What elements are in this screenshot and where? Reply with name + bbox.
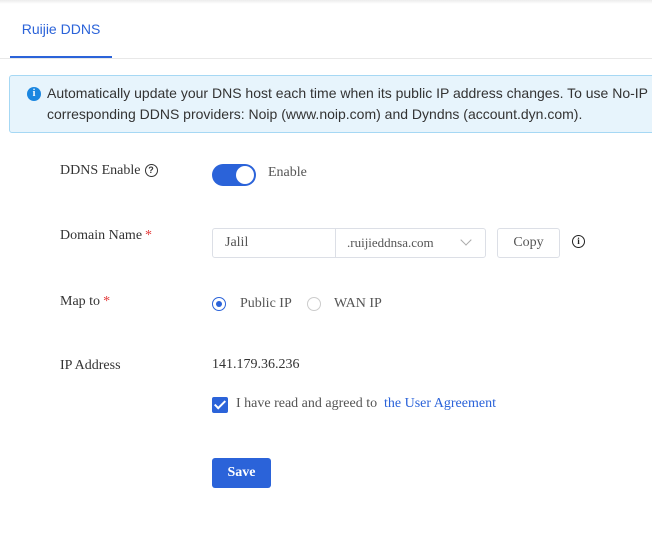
ip-address-label-text: IP Address (60, 358, 121, 373)
info-banner: i Automatically update your DNS host eac… (9, 75, 652, 133)
agreement-checkbox[interactable] (212, 397, 228, 413)
copy-button[interactable]: Copy (497, 228, 560, 258)
wan-ip-radio[interactable] (307, 297, 321, 311)
required-mark: * (103, 294, 111, 309)
required-mark: * (145, 228, 153, 243)
tab-label: Ruijie DDNS (21, 21, 101, 37)
ddns-enable-toggle-text: Enable (268, 165, 307, 180)
domain-info-icon[interactable]: i (572, 235, 585, 248)
map-to-label: Map to * (60, 294, 110, 310)
help-icon[interactable]: ? (144, 164, 158, 177)
domain-name-label: Domain Name * (60, 228, 152, 244)
ip-address-label: IP Address (60, 358, 121, 374)
toggle-knob (236, 166, 254, 184)
chevron-down-icon (460, 234, 472, 246)
domain-input-group: .ruijieddnsa.com (212, 228, 486, 258)
tab-ruijie-ddns[interactable]: Ruijie DDNS (10, 0, 112, 58)
info-banner-text: Automatically update your DNS host each … (47, 83, 652, 125)
tab-strip: Ruijie DDNS (0, 0, 652, 59)
domain-name-label-text: Domain Name (60, 228, 143, 243)
info-banner-line-1: Automatically update your DNS host each … (47, 85, 652, 101)
domain-suffix-value: .ruijieddnsa.com (347, 235, 434, 250)
user-agreement-link[interactable]: the User Agreement (384, 396, 496, 412)
domain-name-input[interactable] (213, 229, 335, 257)
agreement-text: I have read and agreed to (236, 396, 378, 411)
save-button[interactable]: Save (212, 458, 271, 488)
ddns-enable-toggle[interactable] (212, 164, 256, 186)
public-ip-radio[interactable] (212, 297, 226, 311)
info-icon: i (27, 87, 41, 101)
ddns-enable-label-text: DDNS Enable (60, 163, 141, 178)
ip-address-value: 141.179.36.236 (212, 357, 300, 372)
info-banner-line-2: corresponding DDNS providers: Noip (www.… (47, 106, 583, 122)
public-ip-label[interactable]: Public IP (240, 296, 292, 312)
active-tab-indicator (10, 56, 112, 58)
wan-ip-label[interactable]: WAN IP (334, 296, 382, 312)
ddns-enable-label: DDNS Enable? (60, 163, 158, 179)
domain-suffix-select[interactable]: .ruijieddnsa.com (336, 229, 485, 257)
map-to-label-text: Map to (60, 294, 101, 309)
